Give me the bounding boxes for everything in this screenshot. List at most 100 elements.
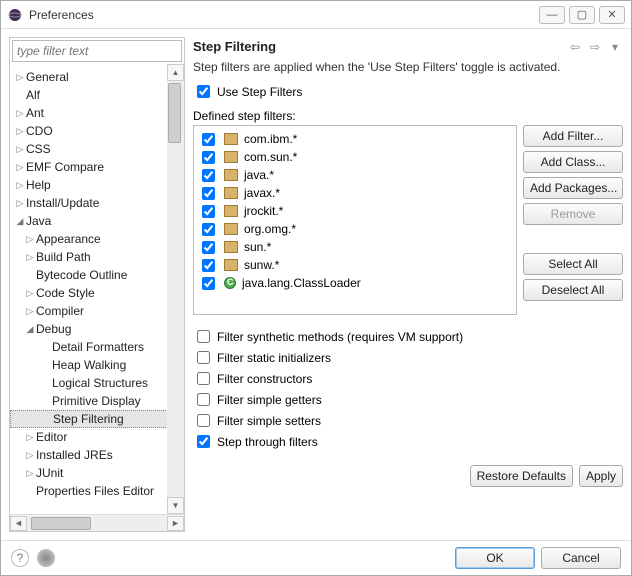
- restore-defaults-button[interactable]: Restore Defaults: [470, 465, 573, 487]
- maximize-button[interactable]: ▢: [569, 6, 595, 24]
- expand-closed-icon[interactable]: ▷: [14, 162, 26, 173]
- scroll-left-arrow[interactable]: ◄: [10, 516, 27, 531]
- expand-closed-icon[interactable]: ▷: [14, 198, 26, 209]
- expand-closed-icon[interactable]: ▷: [24, 288, 36, 299]
- tree-node[interactable]: ▷JUnit: [10, 464, 184, 482]
- hscroll-track[interactable]: [27, 516, 167, 531]
- filter-checkbox[interactable]: [202, 205, 215, 218]
- filter-checkbox[interactable]: [202, 259, 215, 272]
- expand-closed-icon[interactable]: ▷: [24, 468, 36, 479]
- tree-node[interactable]: Properties Files Editor: [10, 482, 184, 500]
- scroll-thumb[interactable]: [168, 83, 181, 143]
- option-row[interactable]: Filter constructors: [193, 369, 623, 388]
- tree-node[interactable]: ▷Install/Update: [10, 194, 184, 212]
- filter-checkbox[interactable]: [202, 187, 215, 200]
- expand-closed-icon[interactable]: ▷: [14, 180, 26, 191]
- select-all-button[interactable]: Select All: [523, 253, 623, 275]
- filter-item[interactable]: sun.*: [198, 238, 512, 256]
- expand-closed-icon[interactable]: ▷: [24, 252, 36, 263]
- option-checkbox[interactable]: [197, 372, 210, 385]
- preference-tree[interactable]: ▷GeneralAlf▷Ant▷CDO▷CSS▷EMF Compare▷Help…: [10, 64, 184, 514]
- use-step-filters-row[interactable]: Use Step Filters: [193, 82, 623, 101]
- remove-button[interactable]: Remove: [523, 203, 623, 225]
- ok-button[interactable]: OK: [455, 547, 535, 569]
- tree-node[interactable]: Heap Walking: [10, 356, 184, 374]
- option-row[interactable]: Step through filters: [193, 432, 623, 451]
- menu-dropdown-icon[interactable]: ▾: [607, 40, 623, 54]
- filter-checkbox[interactable]: [202, 241, 215, 254]
- hscroll-thumb[interactable]: [31, 517, 91, 530]
- help-icon[interactable]: ?: [11, 549, 29, 567]
- filter-item[interactable]: sunw.*: [198, 256, 512, 274]
- option-checkbox[interactable]: [197, 351, 210, 364]
- filter-item[interactable]: javax.*: [198, 184, 512, 202]
- tree-node[interactable]: Alf: [10, 86, 184, 104]
- horizontal-scrollbar[interactable]: ◄ ►: [10, 514, 184, 531]
- filter-checkbox[interactable]: [202, 169, 215, 182]
- scroll-up-arrow[interactable]: ▲: [167, 64, 184, 81]
- filter-checkbox[interactable]: [202, 133, 215, 146]
- expand-closed-icon[interactable]: ▷: [14, 126, 26, 137]
- back-icon[interactable]: ⇦: [567, 40, 583, 54]
- option-checkbox[interactable]: [197, 435, 210, 448]
- filter-checkbox[interactable]: [202, 151, 215, 164]
- tree-node[interactable]: ▷Installed JREs: [10, 446, 184, 464]
- expand-closed-icon[interactable]: ▷: [24, 450, 36, 461]
- scroll-down-arrow[interactable]: ▼: [167, 497, 184, 514]
- filter-checkbox[interactable]: [202, 277, 215, 290]
- tree-node[interactable]: Detail Formatters: [10, 338, 184, 356]
- filter-item[interactable]: org.omg.*: [198, 220, 512, 238]
- tree-node[interactable]: Logical Structures: [10, 374, 184, 392]
- expand-closed-icon[interactable]: ▷: [14, 72, 26, 83]
- option-row[interactable]: Filter simple setters: [193, 411, 623, 430]
- filter-input[interactable]: [12, 40, 182, 62]
- tree-node[interactable]: ▷Appearance: [10, 230, 184, 248]
- tree-node[interactable]: Bytecode Outline: [10, 266, 184, 284]
- tree-node[interactable]: ◢Java: [10, 212, 184, 230]
- filter-item[interactable]: com.ibm.*: [198, 130, 512, 148]
- option-checkbox[interactable]: [197, 330, 210, 343]
- filter-item[interactable]: com.sun.*: [198, 148, 512, 166]
- scroll-right-arrow[interactable]: ►: [167, 516, 184, 531]
- filter-item[interactable]: java.*: [198, 166, 512, 184]
- add-class-button[interactable]: Add Class...: [523, 151, 623, 173]
- tree-node[interactable]: ▷Help: [10, 176, 184, 194]
- tree-node[interactable]: ▷Ant: [10, 104, 184, 122]
- tree-node[interactable]: ▷Code Style: [10, 284, 184, 302]
- tree-node[interactable]: Step Filtering: [10, 410, 184, 428]
- tree-node[interactable]: ▷Compiler: [10, 302, 184, 320]
- minimize-button[interactable]: —: [539, 6, 565, 24]
- option-row[interactable]: Filter synthetic methods (requires VM su…: [193, 327, 623, 346]
- expand-closed-icon[interactable]: ▷: [24, 234, 36, 245]
- tree-node[interactable]: ◢Debug: [10, 320, 184, 338]
- cancel-button[interactable]: Cancel: [541, 547, 621, 569]
- add-filter-button[interactable]: Add Filter...: [523, 125, 623, 147]
- tree-node[interactable]: ▷Build Path: [10, 248, 184, 266]
- tree-node[interactable]: ▷CSS: [10, 140, 184, 158]
- option-row[interactable]: Filter simple getters: [193, 390, 623, 409]
- option-row[interactable]: Filter static initializers: [193, 348, 623, 367]
- tree-node[interactable]: ▷General: [10, 68, 184, 86]
- filters-list[interactable]: com.ibm.*com.sun.*java.*javax.*jrockit.*…: [193, 125, 517, 315]
- filter-checkbox[interactable]: [202, 223, 215, 236]
- expand-open-icon[interactable]: ◢: [14, 216, 26, 227]
- import-export-icon[interactable]: [37, 549, 55, 567]
- expand-closed-icon[interactable]: ▷: [14, 108, 26, 119]
- option-checkbox[interactable]: [197, 414, 210, 427]
- deselect-all-button[interactable]: Deselect All: [523, 279, 623, 301]
- vertical-scrollbar[interactable]: ▲ ▼: [167, 64, 184, 514]
- tree-node[interactable]: ▷Editor: [10, 428, 184, 446]
- scroll-track[interactable]: [167, 81, 184, 497]
- option-checkbox[interactable]: [197, 393, 210, 406]
- close-button[interactable]: ✕: [599, 6, 625, 24]
- expand-closed-icon[interactable]: ▷: [24, 432, 36, 443]
- tree-node[interactable]: Primitive Display: [10, 392, 184, 410]
- expand-closed-icon[interactable]: ▷: [24, 306, 36, 317]
- tree-node[interactable]: ▷CDO: [10, 122, 184, 140]
- expand-open-icon[interactable]: ◢: [24, 324, 36, 335]
- add-packages-button[interactable]: Add Packages...: [523, 177, 623, 199]
- use-step-filters-checkbox[interactable]: [197, 85, 210, 98]
- filter-item[interactable]: java.lang.ClassLoader: [198, 274, 512, 292]
- apply-button[interactable]: Apply: [579, 465, 623, 487]
- tree-node[interactable]: ▷EMF Compare: [10, 158, 184, 176]
